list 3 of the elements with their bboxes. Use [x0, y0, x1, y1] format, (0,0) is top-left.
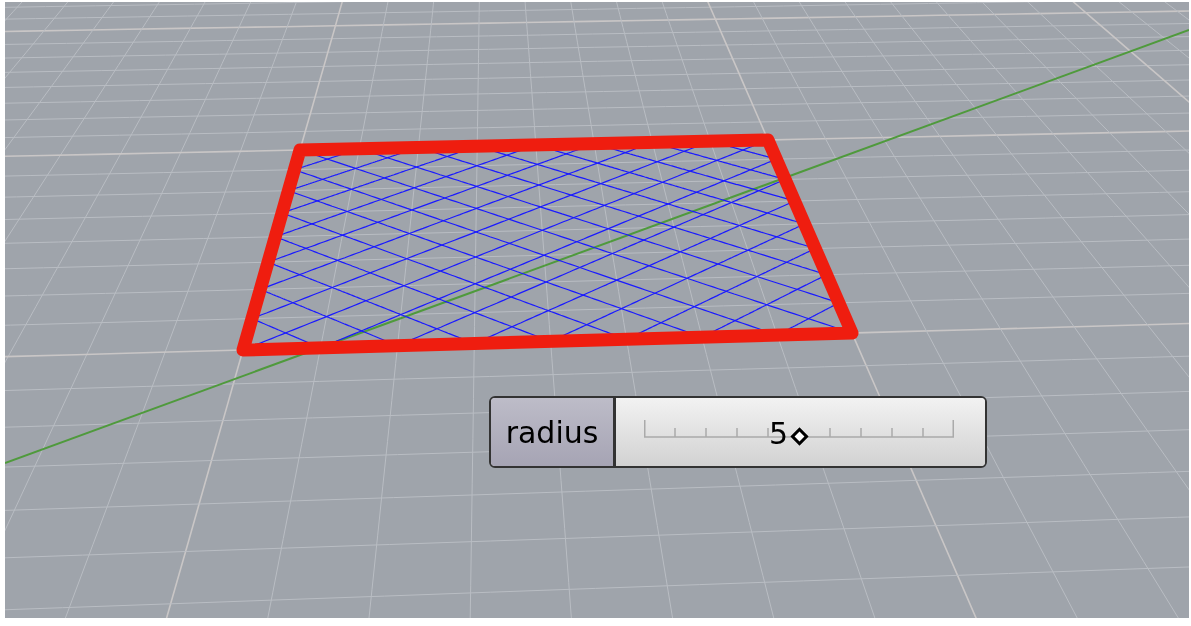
slider-value: 5 [768, 416, 788, 452]
number-slider[interactable]: radius 5 [489, 396, 987, 468]
slider-label: radius [491, 398, 616, 466]
